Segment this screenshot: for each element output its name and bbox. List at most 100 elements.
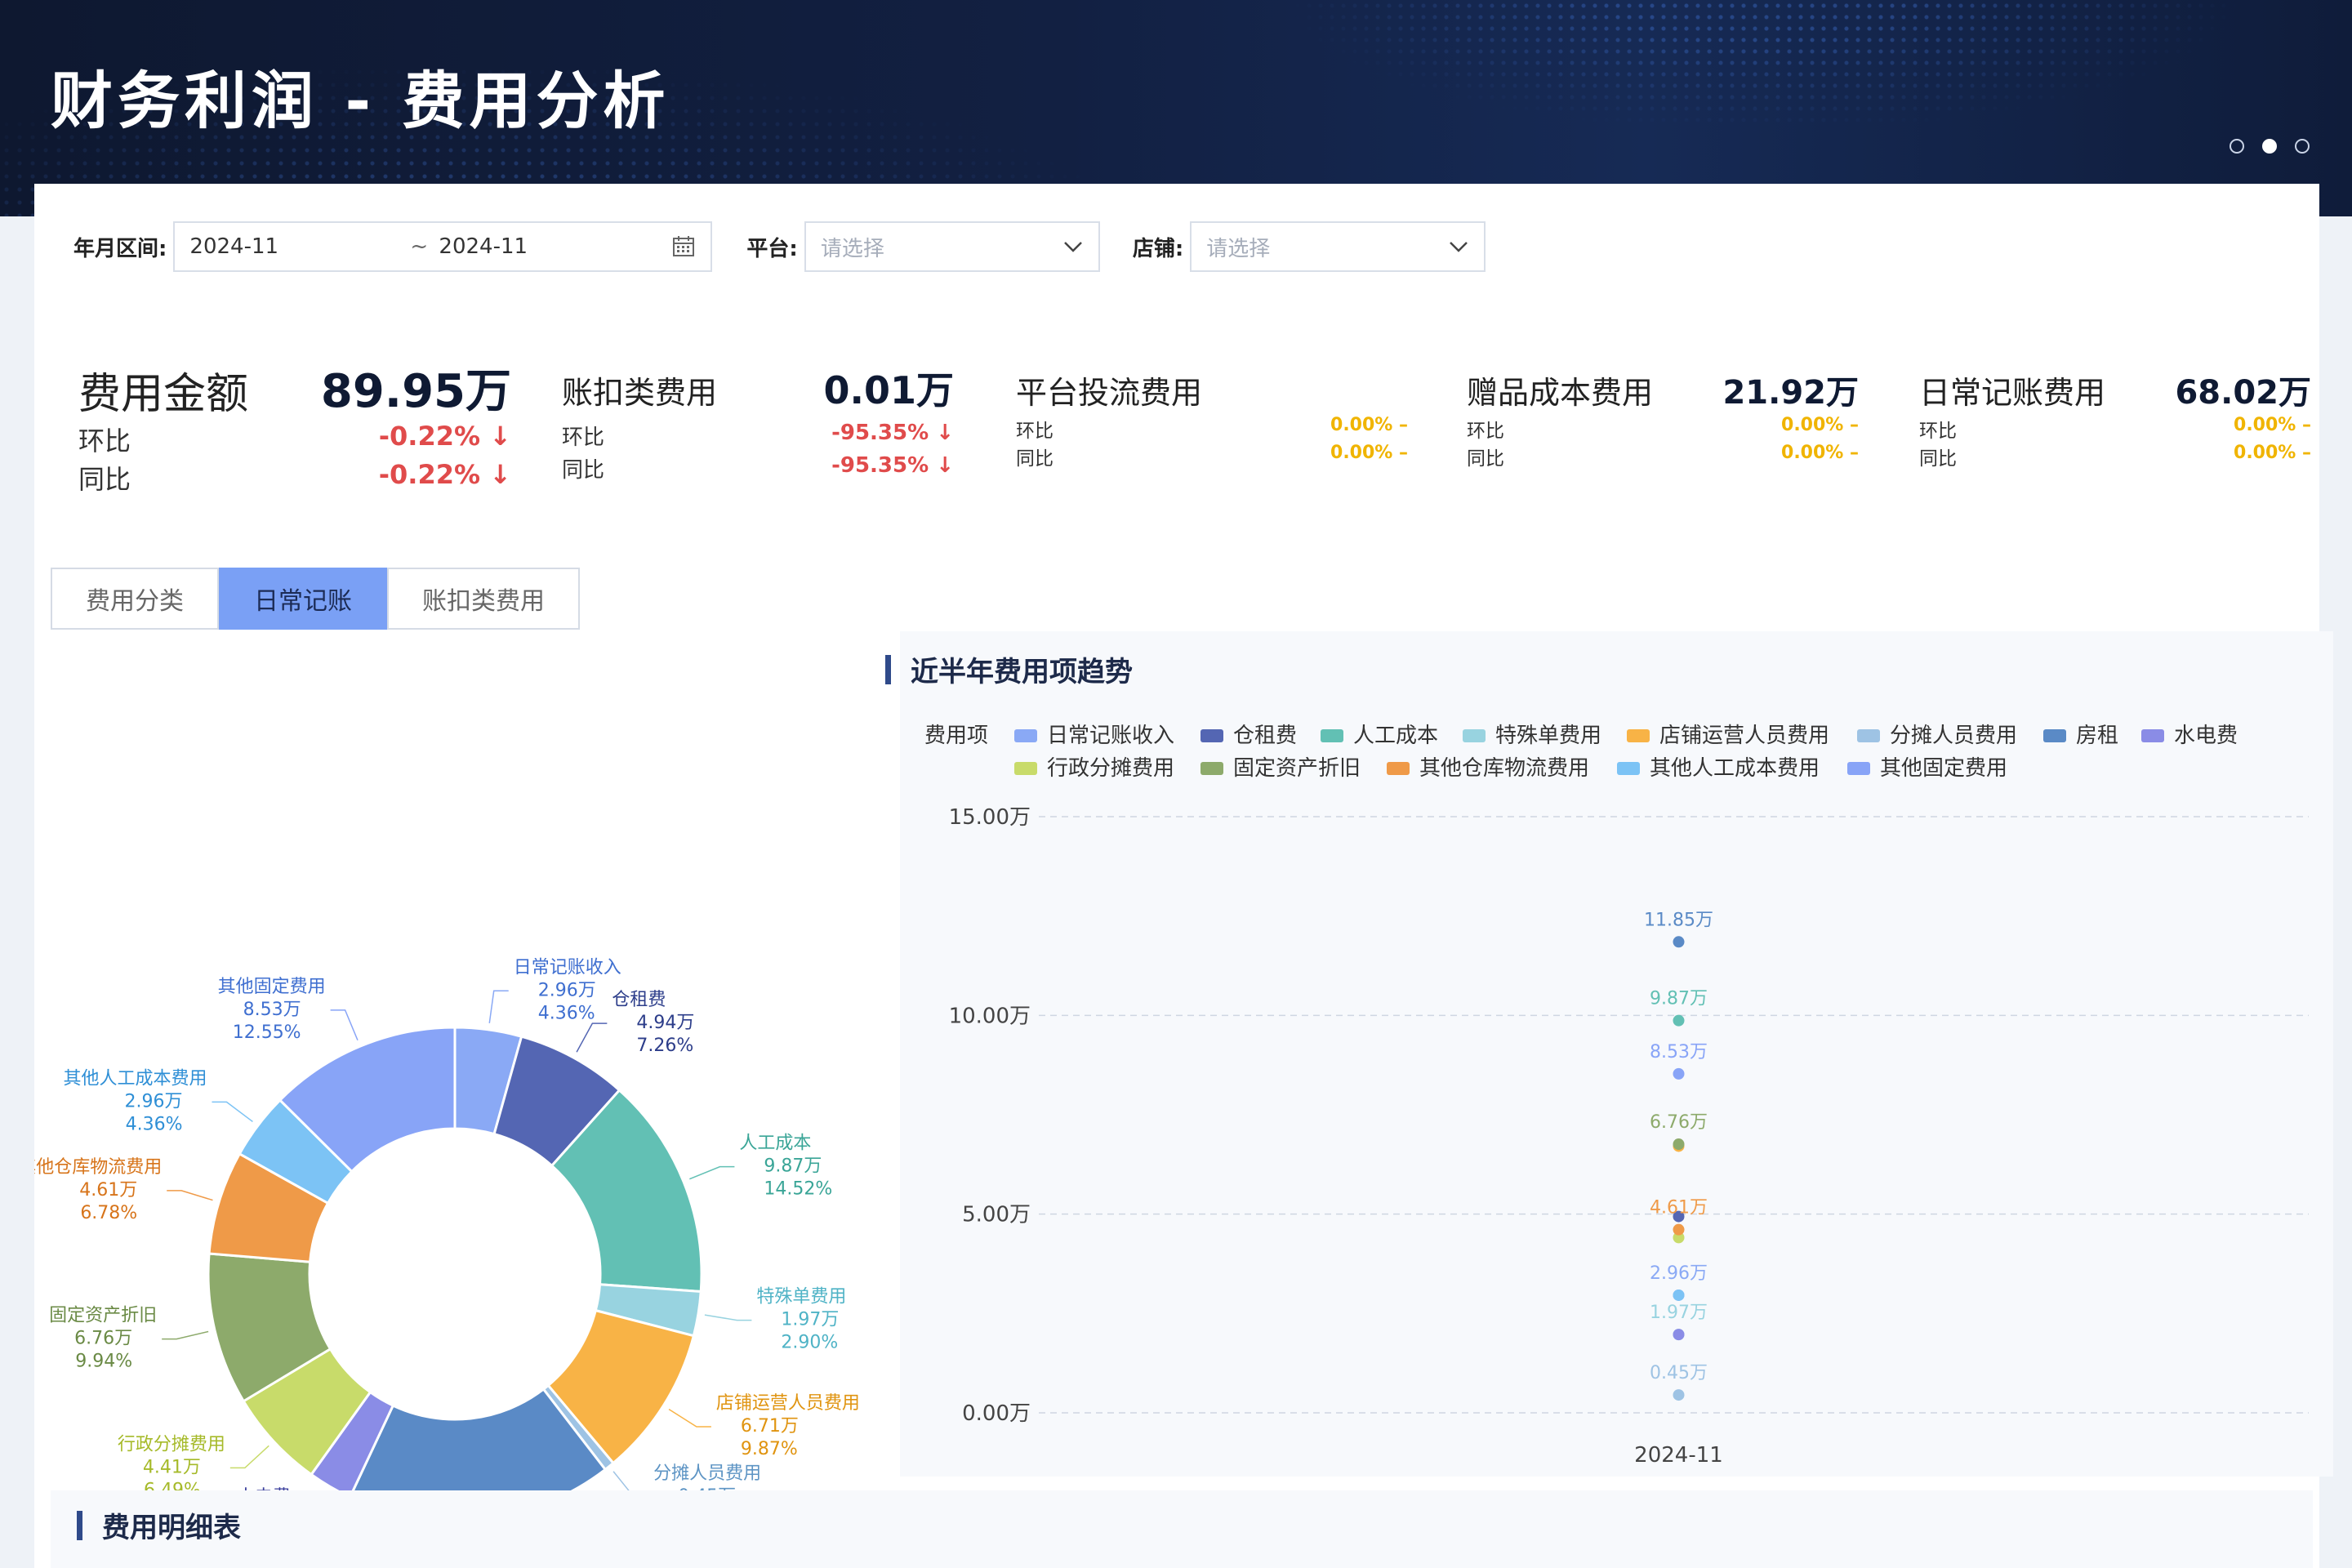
scatter-point[interactable] [1673,1289,1685,1301]
legend-item[interactable]: 日常记账收入 [1014,724,1174,748]
kpi-mom-value: 0.00% – [2234,415,2311,435]
scatter-point[interactable] [1673,1389,1685,1401]
slice-value-label: 6.71万 [741,1416,799,1437]
legend-swatch [1627,729,1650,742]
legend-label: 特殊单费用 [1495,724,1601,748]
legend-swatch [1617,762,1640,775]
legend-item[interactable]: 其他固定费用 [1847,756,2007,781]
pager-dot-2[interactable] [2262,139,2277,154]
legend-item[interactable]: 固定资产折旧 [1200,756,1361,781]
kpi-name: 费用金额 [78,370,249,419]
donut-leader-line [704,1314,752,1321]
legend-item[interactable]: 分摊人员费用 [1857,724,2017,748]
legend-item[interactable]: 行政分摊费用 [1014,756,1174,781]
date-range-picker[interactable]: 2024-11 ~ 2024-11 [173,221,713,272]
legend-label: 其他人工成本费用 [1650,756,1820,781]
kpi-value: 0.01万 [823,368,955,412]
kpi-card-gift: 赠品成本费用 21.92万 环比 0.00% – 同比 0.00% – [1467,343,1859,490]
chevron-down-icon [1063,242,1082,252]
donut-leader-line [212,1101,253,1123]
kpi-yoy-value: -95.35% ↓ [831,453,954,478]
legend-swatch [1857,729,1880,742]
slice-name-label: 其他固定费用 [218,977,326,997]
legend-swatch [1387,762,1410,775]
donut-leader-line [229,1445,270,1469]
kpi-name: 日常记账费用 [1919,375,2106,411]
scatter-point[interactable] [1673,1223,1685,1236]
slice-value-label: 1.97万 [781,1310,839,1330]
kpi-mom-label: 环比 [1016,421,1054,442]
kpi-mom-value: 0.00% – [1330,415,1408,435]
point-value-label: 2.96万 [1650,1263,1708,1284]
legend-item[interactable]: 特殊单费用 [1463,724,1601,748]
slice-value-label: 2.96万 [538,980,596,1000]
legend-item[interactable]: 房租 [2043,724,2118,748]
y-tick-label: 15.00万 [949,805,1031,830]
legend-item[interactable]: 水电费 [2141,724,2238,748]
legend-item[interactable]: 店铺运营人员费用 [1627,724,1829,748]
legend-item[interactable]: 人工成本 [1321,724,1438,748]
legend-title: 费用项 [924,724,988,748]
tab-daily-bookkeeping[interactable]: 日常记账 [219,568,387,630]
calendar-icon[interactable] [671,234,696,259]
donut-leader-line [576,1022,608,1053]
kpi-value: 89.95万 [320,365,511,418]
shop-select[interactable]: 请选择 [1190,221,1486,272]
slice-value-label: 9.87万 [764,1156,822,1177]
slice-name-label: 人工成本 [739,1134,811,1154]
kpi-yoy-value: 0.00% – [1330,443,1408,463]
kpi-card-deduction: 账扣类费用 0.01万 环比 -95.35% ↓ 同比 -95.35% ↓ [562,343,954,490]
end-month[interactable]: 2024-11 [439,234,671,259]
pager-dot-3[interactable] [2295,139,2310,154]
kpi-mom-value: -95.35% ↓ [831,421,954,445]
kpi-yoy-label: 同比 [562,458,605,483]
tab-expense-category[interactable]: 费用分类 [51,568,219,630]
legend-item[interactable]: 仓租费 [1200,724,1297,748]
point-value-label: 6.76万 [1650,1112,1708,1133]
scatter-point[interactable] [1673,1329,1685,1341]
legend-label: 分摊人员费用 [1890,724,2017,748]
point-value-label: 11.85万 [1644,910,1713,930]
point-value-label: 1.97万 [1650,1303,1708,1323]
legend-label: 日常记账收入 [1047,724,1174,748]
donut-label: 特殊单费用 1.97万 2.90% [756,1287,846,1353]
donut-leader-line [689,1165,735,1180]
slice-name-label: 其他仓库物流费用 [34,1157,162,1178]
slice-name-label: 其他人工成本费用 [63,1068,207,1089]
x-tick-label: 2024-11 [1634,1443,1723,1468]
donut-label: 其他仓库物流费用4.61万 6.78% [34,1157,162,1223]
scatter-point[interactable] [1673,1138,1685,1151]
slice-percent-label: 9.87% [741,1439,798,1459]
slice-percent-label: 4.36% [538,1003,595,1023]
y-tick-label: 5.00万 [962,1203,1031,1227]
slice-percent-label: 7.26% [636,1036,693,1056]
slice-name-label: 固定资产折旧 [49,1306,157,1326]
legend-label: 其他固定费用 [1880,756,2007,781]
tab-deduction-fees[interactable]: 账扣类费用 [387,568,580,630]
donut-leader-line [162,1330,209,1340]
y-tick-label: 0.00万 [962,1401,1031,1426]
detail-panel [51,1490,2313,1568]
donut-label: 固定资产折旧 6.76万 9.94% [49,1306,157,1372]
main-panel: 年月区间: 2024-11 ~ 2024-11 平台: 请选择 店铺: 请选择 … [34,184,2333,1568]
y-tick-label: 10.00万 [949,1004,1031,1028]
slice-percent-label: 6.78% [80,1203,137,1223]
scatter-point[interactable] [1673,1014,1685,1027]
donut-label: 店铺运营人员费用6.71万9.87% [716,1393,860,1459]
kpi-value: 21.92万 [1722,374,1859,412]
scatter-point[interactable] [1673,936,1685,948]
slice-percent-label: 14.52% [764,1179,832,1200]
kpi-mom-label: 环比 [78,425,131,457]
slice-name-label: 仓租费 [612,990,666,1010]
start-month[interactable]: 2024-11 [189,234,410,259]
platform-select[interactable]: 请选择 [804,221,1100,272]
kpi-yoy-label: 同比 [1467,448,1504,470]
platform-label: 平台: [746,236,798,261]
kpi-mom-label: 环比 [562,425,605,450]
legend-item[interactable]: 其他人工成本费用 [1617,756,1820,781]
legend-item[interactable]: 其他仓库物流费用 [1387,756,1589,781]
pager-dot-1[interactable] [2230,139,2244,154]
legend-swatch [1014,729,1037,742]
scatter-point[interactable] [1673,1067,1685,1080]
view-tabs: 费用分类 日常记账 账扣类费用 [51,568,580,630]
